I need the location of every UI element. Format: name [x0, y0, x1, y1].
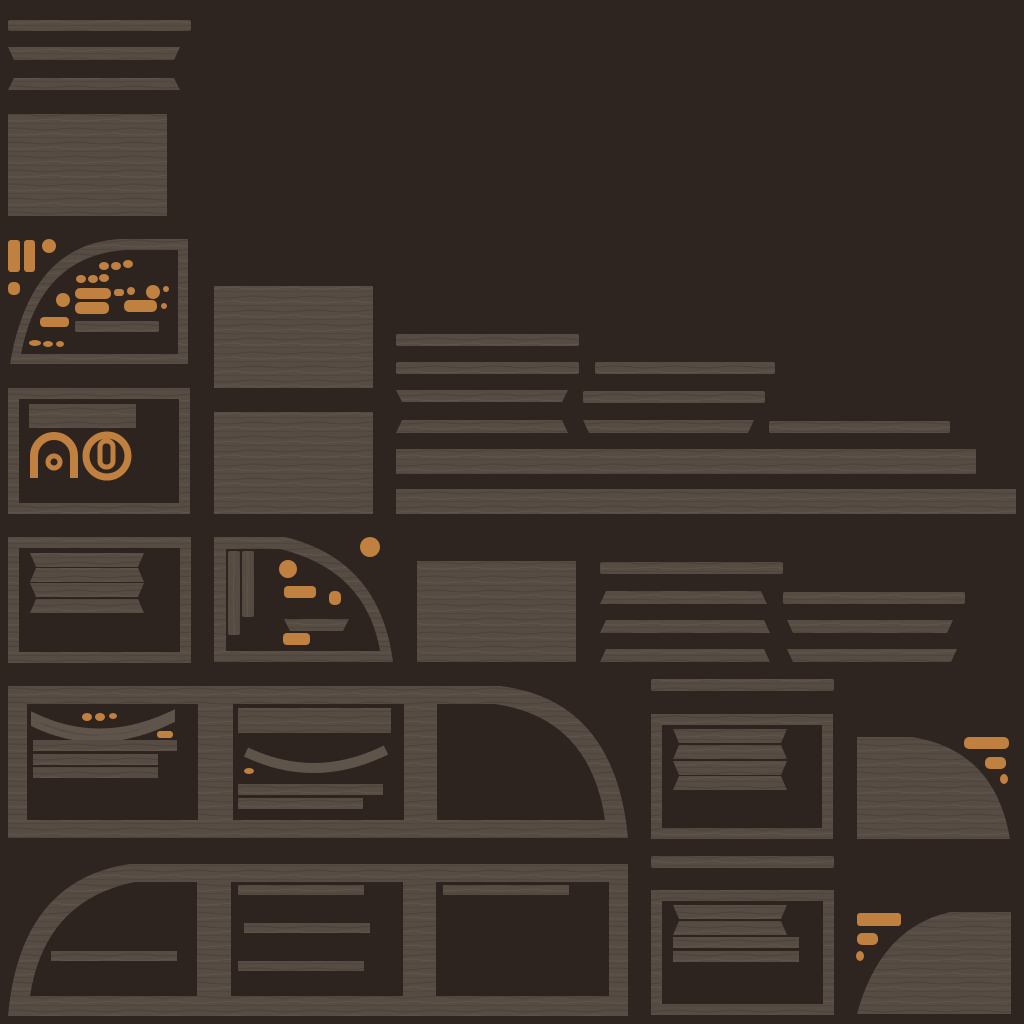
strip: [396, 362, 579, 374]
strip: [8, 78, 180, 90]
strip-group-top-left: [8, 20, 191, 90]
strip: [600, 649, 770, 662]
strip: [396, 334, 579, 346]
strip: [595, 362, 775, 374]
strip: [783, 592, 965, 604]
square-frame: [651, 890, 834, 1015]
strip: [396, 449, 976, 474]
strip: [787, 649, 957, 662]
wood-panel: [417, 561, 576, 662]
strip: [651, 856, 834, 868]
arch-frame: [8, 686, 628, 838]
strip: [769, 421, 950, 433]
strip: [787, 620, 953, 633]
wood-panel: [214, 286, 373, 388]
strip: [8, 20, 191, 31]
strip: [396, 489, 1016, 514]
strip: [396, 420, 568, 433]
texture-atlas: [0, 0, 1024, 1024]
strip: [8, 47, 180, 60]
wood-panel: [8, 114, 167, 216]
strip: [396, 390, 568, 402]
square-frame: [8, 537, 191, 663]
strip: [651, 679, 834, 691]
strip: [583, 420, 754, 433]
strip: [583, 391, 765, 403]
wood-panel: [214, 412, 373, 514]
strip: [600, 620, 770, 633]
square-frame: [651, 714, 833, 839]
arch-frame: [8, 864, 628, 1016]
strip: [600, 591, 767, 604]
strip: [600, 562, 783, 574]
